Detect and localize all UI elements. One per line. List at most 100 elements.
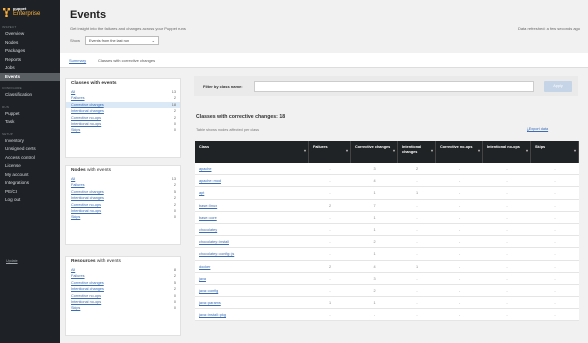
sidebar-item-nodes[interactable]: Nodes [0,39,60,48]
sidebar-item-task[interactable]: Task [0,118,60,127]
table-cell: - [373,313,376,318]
brand[interactable]: puppet Enterprise [0,0,60,20]
table-row[interactable]: apache::mod - 4 - - - - [195,175,579,188]
sort-icon: ▾ [430,148,433,153]
list-item[interactable]: Skips 0 [66,214,180,220]
table-cell: - [458,167,461,171]
column-header-corrective-noops[interactable]: Corrective no-ops ▾ [436,141,483,163]
table-row[interactable]: docker 2 4 1 - - - [195,260,579,273]
table-cell: - [458,288,461,293]
sort-icon: ▾ [303,148,306,153]
page-subtitle: Get insight into the failures and change… [70,26,186,31]
class-filter-input[interactable] [254,80,534,92]
sidebar-item-peci[interactable]: PE/CI [0,188,60,197]
table-cell: - [416,276,418,281]
table-cell: - [458,252,461,257]
table-cell: 4 [373,179,376,184]
column-header-corrective-changes[interactable]: Corrective changes ▾ [351,141,398,163]
export-data-link[interactable]: ⤓Export data [527,127,548,131]
sort-icon: ▾ [477,148,480,153]
sidebar-item-classification[interactable]: Classification [0,91,60,100]
table-cell: - [416,301,418,306]
table-cell: - [554,252,556,257]
sidebar-item-reports[interactable]: Reports [0,56,60,65]
sidebar-item-puppet[interactable]: Puppet [0,110,60,119]
class-link[interactable]: chocolatey::install [195,236,309,247]
class-link[interactable]: java [195,273,309,284]
sidebar-item-unsigned-certs[interactable]: Unsigned certs [0,145,60,154]
tab-summary[interactable]: Summary [69,58,86,63]
class-link[interactable]: base::core [195,212,309,223]
table-cell: 2 [415,167,419,171]
class-link[interactable]: base::linux [195,200,309,211]
apply-button[interactable]: Apply [544,80,572,92]
table-row[interactable]: chocolatey - 1 - - - - [195,223,579,237]
table-row[interactable]: chocolatey::config::js - 1 - - - - [195,248,579,261]
table-row[interactable]: java - 3 - - - - [195,272,579,285]
table-cell: - [329,252,331,257]
sidebar-item-packages[interactable]: Packages [0,47,60,56]
table-cell: 2 [328,203,332,208]
sidebar-item-access-control[interactable]: Access control [0,154,60,163]
table-row[interactable]: java::config - 2 - - - - [195,284,579,298]
class-link[interactable]: apache [195,163,309,174]
class-link[interactable]: java::config [195,285,309,296]
class-link[interactable]: apache::mod [195,175,309,186]
table-row[interactable]: base::core - 1 - - - - [195,211,579,224]
table-cell: - [329,276,331,281]
column-header-class[interactable]: Class ▾ [195,141,309,163]
table-row[interactable]: apache - 3 2 - - - [195,163,579,176]
column-header-skips[interactable]: Skips ▾ [531,141,579,163]
table-cell: - [506,203,508,208]
column-header-failures[interactable]: Failures ▾ [309,141,351,163]
table-cell: - [416,179,418,184]
table-cell: - [329,179,331,184]
list-item[interactable]: Skips 0 [66,305,180,311]
table-cell: 7 [373,203,376,208]
sidebar-footer-link[interactable]: Update [6,259,18,263]
table-row[interactable]: java::params 1 1 - - - - [195,297,579,310]
sidebar-item-my-account[interactable]: My account [0,171,60,180]
table-cell: - [416,227,418,232]
table-cell: - [554,313,556,318]
table-cell: - [554,167,556,171]
sidebar: puppet Enterprise INSPECT Overview Nodes… [0,0,60,343]
sort-icon: ▾ [345,148,348,153]
table-cell: - [554,288,556,293]
sidebar-item-overview[interactable]: Overview [0,30,60,39]
table-cell: - [506,240,508,245]
sidebar-item-log-out[interactable]: Log out [0,196,60,205]
class-link[interactable]: java::install::pkg [195,309,309,320]
table-row[interactable]: chocolatey::install - 2 - - - - [195,236,579,249]
table-cell: 1 [328,301,332,306]
section-subtitle: Table shows nodes affected per class [196,128,260,132]
sidebar-item-integrations[interactable]: Integrations [0,179,60,188]
class-link[interactable]: docker [195,261,309,272]
show-select[interactable]: Events from the last run ⌄ [85,35,159,45]
class-link[interactable]: apt [195,187,309,198]
tab-classes-corrective[interactable]: Classes with corrective changes [98,58,155,63]
table-cell: - [458,191,461,196]
table-row[interactable]: java::install::pkg - - - - - - [195,309,579,322]
list-item[interactable]: Skips 0 [66,127,180,133]
table-row[interactable]: apt - 1 1 - - - [195,187,579,200]
column-header-intentional-noops[interactable]: Intentional no-ops ▾ [483,141,531,163]
class-link[interactable]: java::params [195,297,309,308]
class-link[interactable]: chocolatey::config::js [195,248,309,259]
sidebar-item-jobs[interactable]: Jobs [0,64,60,73]
puppet-logo-icon [3,7,10,17]
table-cell: 1 [415,191,419,196]
table-cell: - [506,301,508,306]
table-cell: - [329,313,331,318]
sidebar-item-inventory[interactable]: Inventory [0,137,60,146]
sort-icon: ▾ [573,148,576,153]
class-link[interactable]: chocolatey [195,224,309,235]
table-row[interactable]: base::linux 2 7 - - - - [195,199,579,212]
class-filter: Filter by class name: Apply [194,76,578,96]
sidebar-item-events[interactable]: Events [0,72,60,81]
table-cell: - [458,227,461,232]
table-cell: - [329,191,331,196]
table-cell: 1 [373,227,376,232]
sidebar-item-license[interactable]: License [0,162,60,171]
column-header-intentional-changes[interactable]: Intentional changes ▾ [398,141,436,163]
